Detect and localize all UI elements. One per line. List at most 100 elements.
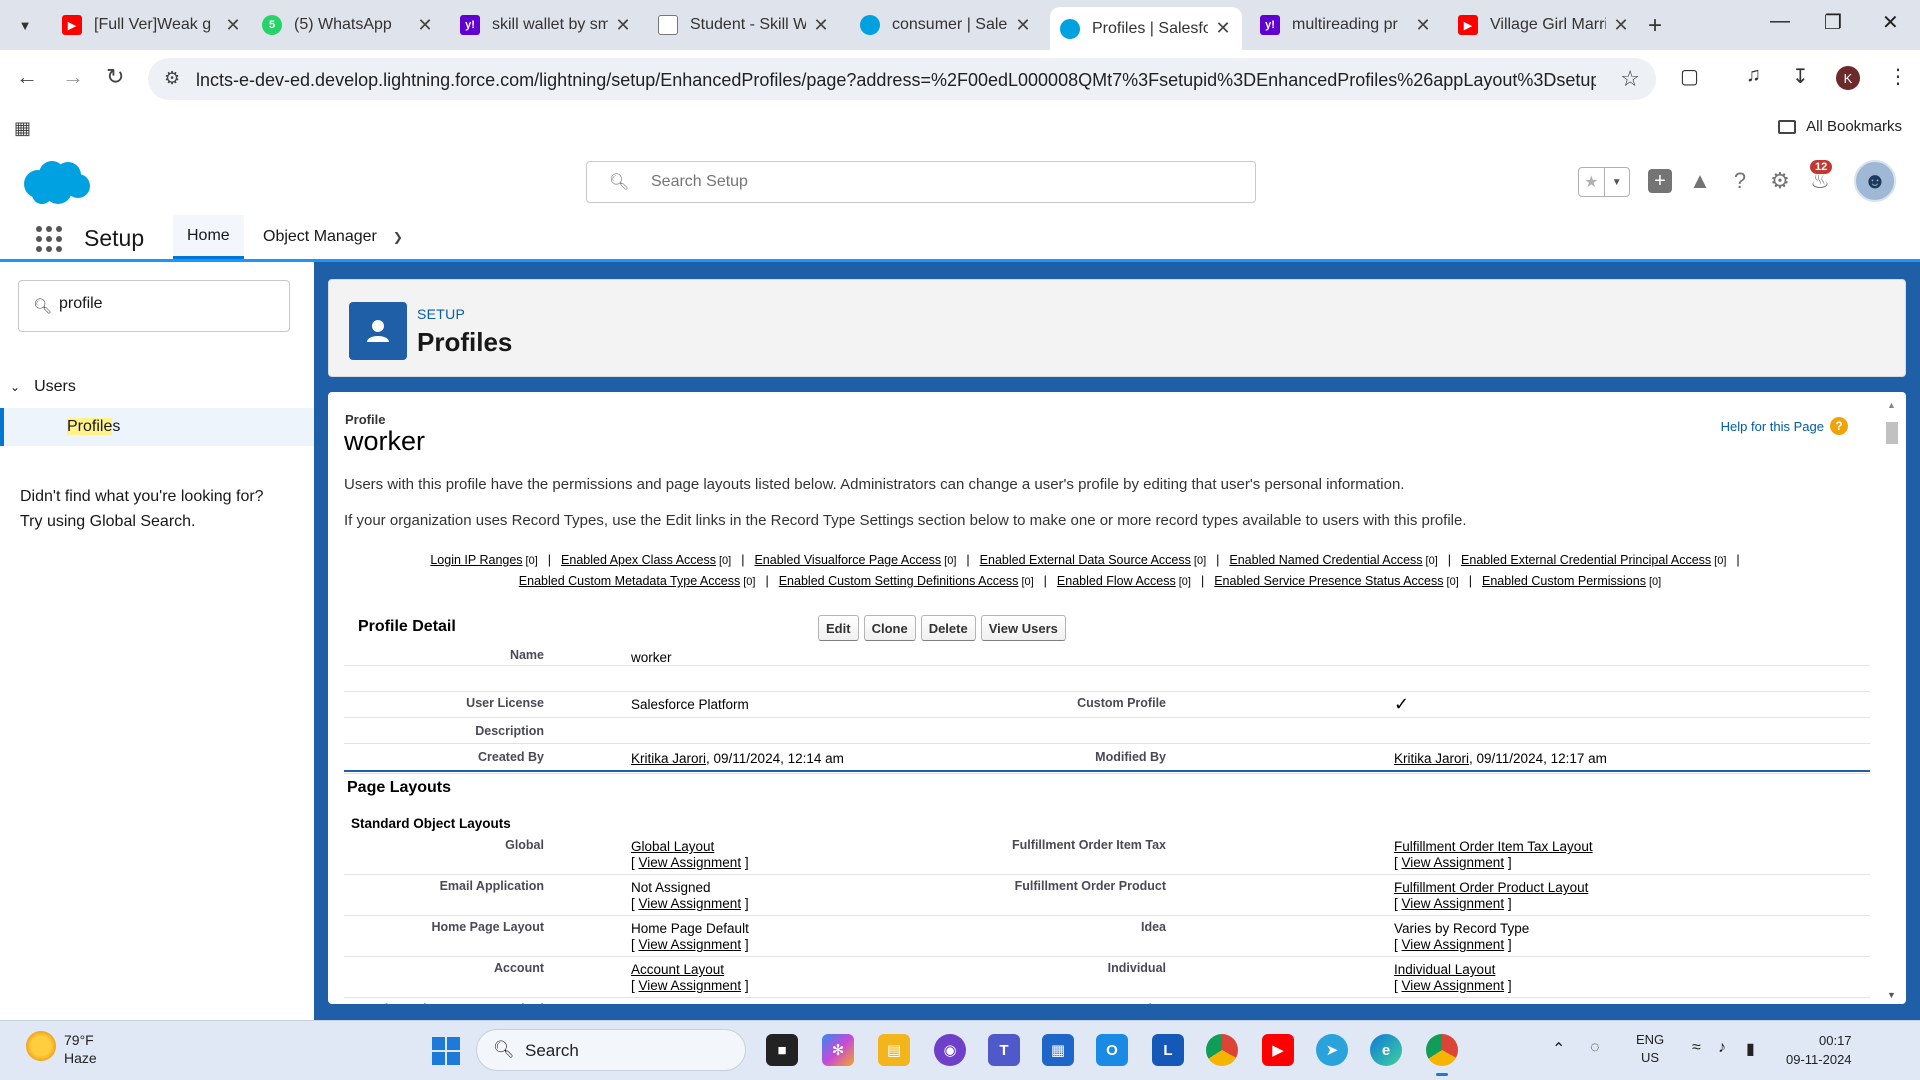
media-control-icon[interactable]: ♫ bbox=[1746, 64, 1761, 87]
view-assignment-link[interactable]: View Assignment bbox=[1402, 978, 1505, 993]
close-tab-icon[interactable]: ✕ bbox=[1014, 15, 1032, 36]
layout-link[interactable]: Alternative Payment Method Layout bbox=[631, 1003, 845, 1004]
close-tab-icon[interactable]: ✕ bbox=[224, 15, 242, 36]
wifi-icon[interactable]: ≈ bbox=[1692, 1039, 1701, 1057]
layout-link[interactable]: Invoice Layout bbox=[1394, 1003, 1481, 1004]
nav-tab-home[interactable]: Home bbox=[173, 215, 244, 259]
battery-icon[interactable]: ▮ bbox=[1746, 1039, 1755, 1059]
scroll-thumb[interactable] bbox=[1886, 422, 1898, 444]
content-scrollbar[interactable]: ▲ ▼ bbox=[1884, 400, 1900, 1004]
view-assignment-link[interactable]: View Assignment bbox=[639, 855, 742, 870]
view-assignment-link[interactable]: View Assignment bbox=[639, 896, 742, 911]
related-list-link[interactable]: Enabled Named Credential Access bbox=[1229, 553, 1422, 567]
github-icon[interactable]: ◉ bbox=[934, 1034, 966, 1066]
view-assignment-link[interactable]: View Assignment bbox=[1402, 937, 1505, 952]
browser-tab-active[interactable]: Profiles | Salesfo ✕ bbox=[1050, 7, 1242, 50]
site-settings-icon[interactable]: ⚙ bbox=[164, 68, 180, 89]
browser-tab[interactable]: ▶ Village Girl Marri ✕ bbox=[1448, 7, 1640, 43]
related-list-link[interactable]: Enabled External Data Source Access bbox=[980, 553, 1191, 567]
browser-tab[interactable]: consumer | Sales ✕ bbox=[850, 7, 1042, 43]
restore-icon[interactable]: ❐ bbox=[1824, 10, 1842, 35]
favorites-button[interactable]: ★ ▼ bbox=[1578, 167, 1630, 197]
edit-button[interactable]: Edit bbox=[818, 615, 859, 641]
related-list-link[interactable]: Login IP Ranges bbox=[430, 553, 522, 567]
youtube-icon[interactable]: ▶ bbox=[1262, 1034, 1294, 1066]
close-tab-icon[interactable]: ✕ bbox=[1612, 15, 1630, 36]
related-list-link[interactable]: Enabled External Credential Principal Ac… bbox=[1461, 553, 1711, 567]
sidebar-group-users[interactable]: ⌄ Users bbox=[10, 378, 76, 396]
input-language[interactable]: ENG US bbox=[1636, 1031, 1664, 1067]
edge-icon[interactable]: e bbox=[1370, 1034, 1402, 1066]
delete-button[interactable]: Delete bbox=[920, 615, 976, 641]
layout-link[interactable]: Fulfillment Order Product Layout bbox=[1394, 880, 1588, 895]
sidebar-item-profiles[interactable]: Profiles bbox=[0, 408, 314, 446]
app-launcher-icon[interactable] bbox=[36, 226, 62, 252]
related-list-link[interactable]: Enabled Apex Class Access bbox=[561, 553, 716, 567]
close-tab-icon[interactable]: ✕ bbox=[614, 15, 632, 36]
browser-tab[interactable]: y! multireading pr ✕ bbox=[1250, 7, 1442, 43]
window-close-icon[interactable]: ✕ bbox=[1882, 10, 1899, 35]
layout-link[interactable]: Account Layout bbox=[631, 962, 724, 977]
browser-tab[interactable]: y! skill wallet by sm ✕ bbox=[450, 7, 642, 43]
address-bar[interactable]: ⚙ lncts-e-dev-ed.develop.lightning.force… bbox=[148, 58, 1656, 100]
tab-search-chevron-icon[interactable]: ▼ bbox=[10, 10, 40, 40]
back-icon[interactable]: ← bbox=[16, 64, 38, 90]
view-assignment-link[interactable]: View Assignment bbox=[1402, 855, 1505, 870]
quick-find-box[interactable]: 🔍︎ bbox=[18, 280, 290, 332]
related-list-link[interactable]: Enabled Flow Access bbox=[1057, 574, 1176, 588]
reload-icon[interactable]: ↻ bbox=[106, 64, 124, 90]
store-icon[interactable]: ▦ bbox=[1042, 1034, 1074, 1066]
help-icon[interactable]: ? bbox=[1726, 167, 1754, 195]
url-text[interactable]: lncts-e-dev-ed.develop.lightning.force.c… bbox=[196, 70, 1596, 91]
help-for-this-page-link[interactable]: Help for this Page ? bbox=[1721, 417, 1848, 435]
browser-tab[interactable]: ▶ [Full Ver]Weak g ✕ bbox=[52, 7, 252, 43]
favorites-dropdown-icon[interactable]: ▼ bbox=[1603, 168, 1630, 196]
browser-menu-icon[interactable]: ⋮ bbox=[1888, 64, 1908, 89]
browser-profile-avatar[interactable]: K bbox=[1836, 66, 1860, 90]
close-tab-icon[interactable]: ✕ bbox=[1414, 15, 1432, 36]
system-clock[interactable]: 00:17 09-11-2024 bbox=[1786, 1031, 1852, 1069]
close-tab-icon[interactable]: ✕ bbox=[1214, 18, 1232, 39]
forward-icon[interactable]: → bbox=[62, 64, 84, 90]
layout-link[interactable]: Global Layout bbox=[631, 839, 714, 854]
network-off-icon[interactable]: ◌ bbox=[1590, 1039, 1600, 1057]
quick-find-input[interactable] bbox=[59, 295, 279, 313]
view-users-button[interactable]: View Users bbox=[980, 615, 1066, 641]
new-tab-icon[interactable]: + bbox=[1648, 12, 1662, 40]
help-link-label[interactable]: Help for this Page bbox=[1721, 419, 1824, 434]
clone-button[interactable]: Clone bbox=[863, 615, 916, 641]
copilot-icon[interactable]: ✻ bbox=[822, 1034, 854, 1066]
chrome-icon[interactable] bbox=[1206, 1034, 1238, 1066]
browser-tab[interactable]: 5 (5) WhatsApp ✕ bbox=[252, 7, 444, 43]
setup-gear-icon[interactable]: ⚙ bbox=[1766, 167, 1794, 195]
skype-icon[interactable]: O bbox=[1096, 1034, 1128, 1066]
all-bookmarks-button[interactable]: All Bookmarks bbox=[1778, 118, 1902, 135]
bookmark-star-icon[interactable]: ☆ bbox=[1620, 66, 1640, 92]
close-tab-icon[interactable]: ✕ bbox=[416, 15, 434, 36]
related-list-link[interactable]: Enabled Custom Metadata Type Access bbox=[519, 574, 740, 588]
scroll-down-icon[interactable]: ▼ bbox=[1887, 990, 1896, 1000]
created-by-user-link[interactable]: Kritika Jarori bbox=[631, 751, 706, 766]
favorites-star-icon[interactable]: ★ bbox=[1579, 168, 1604, 196]
linkedin-learning-icon[interactable]: L bbox=[1152, 1034, 1184, 1066]
salesforce-logo[interactable] bbox=[20, 158, 92, 206]
nav-tab-object-manager[interactable]: Object Manager ❯ bbox=[249, 215, 417, 259]
trailhead-icon[interactable]: ▲ bbox=[1686, 167, 1714, 195]
weather-widget[interactable]: 79°F Haze bbox=[26, 1031, 97, 1067]
global-actions-add-icon[interactable]: + bbox=[1648, 169, 1672, 193]
modified-by-user-link[interactable]: Kritika Jarori bbox=[1394, 751, 1469, 766]
search-setup-input[interactable] bbox=[651, 170, 1231, 194]
apps-grid-icon[interactable]: ▦ bbox=[14, 118, 31, 139]
chrome-profile-icon[interactable] bbox=[1426, 1034, 1458, 1076]
volume-icon[interactable]: ♪ bbox=[1718, 1039, 1726, 1057]
view-assignment-link[interactable]: View Assignment bbox=[1402, 896, 1505, 911]
taskbar-search[interactable]: 🔍︎ Search bbox=[476, 1029, 746, 1071]
close-tab-icon[interactable]: ✕ bbox=[812, 15, 830, 36]
teams-icon[interactable]: T bbox=[988, 1034, 1020, 1066]
scroll-up-icon[interactable]: ▲ bbox=[1887, 400, 1896, 410]
show-hidden-icons-chevron[interactable]: ⌃ bbox=[1552, 1039, 1565, 1059]
chevron-down-icon[interactable]: ❯ bbox=[393, 230, 403, 244]
related-list-link[interactable]: Enabled Custom Permissions bbox=[1482, 574, 1646, 588]
download-icon[interactable]: ↧ bbox=[1792, 64, 1809, 89]
related-list-link[interactable]: Enabled Service Presence Status Access bbox=[1214, 574, 1443, 588]
